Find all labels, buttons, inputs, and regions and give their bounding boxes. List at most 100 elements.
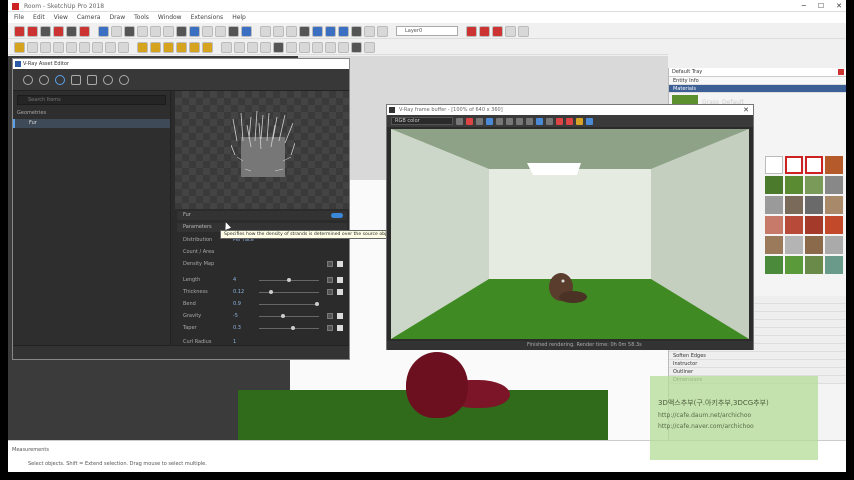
- bend-slider[interactable]: [259, 304, 319, 305]
- redo-icon[interactable]: [111, 25, 122, 37]
- slider-knob[interactable]: [281, 314, 285, 318]
- menu-edit[interactable]: Edit: [33, 14, 45, 21]
- hat-model[interactable]: [406, 352, 468, 418]
- front-view-icon[interactable]: [312, 41, 323, 53]
- menu-tools[interactable]: Tools: [134, 14, 149, 21]
- menu-extensions[interactable]: Extensions: [191, 14, 224, 21]
- lights-tab-icon[interactable]: [39, 74, 49, 85]
- axes-icon[interactable]: [189, 41, 200, 53]
- material-swatch[interactable]: [805, 176, 823, 194]
- material-swatch[interactable]: [765, 196, 783, 214]
- blue-channel-icon[interactable]: [486, 117, 493, 125]
- material-swatch[interactable]: [825, 156, 843, 174]
- color-mode-icon[interactable]: [456, 117, 463, 125]
- layer-select[interactable]: Layer0: [396, 26, 458, 36]
- tray-close-icon[interactable]: [838, 69, 844, 75]
- xray-icon[interactable]: [351, 41, 362, 53]
- undo-icon[interactable]: [98, 25, 109, 37]
- layer-manager-icon[interactable]: [351, 25, 362, 37]
- material-picker-icon[interactable]: [338, 25, 349, 37]
- text-icon[interactable]: [176, 41, 187, 53]
- slider-knob[interactable]: [269, 290, 273, 294]
- tray-entity-info[interactable]: Entity Info: [669, 77, 846, 85]
- material-swatch[interactable]: [785, 196, 803, 214]
- channel-select[interactable]: RGB color: [391, 117, 453, 125]
- material-swatch[interactable]: [805, 196, 823, 214]
- back-view-icon[interactable]: [338, 41, 349, 53]
- tray-panel-item[interactable]: Outliner: [669, 368, 846, 376]
- menu-view[interactable]: View: [54, 14, 68, 21]
- vray-render-icon[interactable]: [14, 25, 25, 37]
- material-swatch[interactable]: [805, 216, 823, 234]
- extension-icon[interactable]: [518, 25, 529, 37]
- enable-checkbox[interactable]: [337, 261, 343, 267]
- search-input[interactable]: Search Items: [17, 95, 166, 105]
- eraser-icon[interactable]: [27, 41, 38, 53]
- previous-view-icon[interactable]: [273, 41, 284, 53]
- textures-tab-icon[interactable]: [71, 74, 81, 85]
- scene-intercept-icon[interactable]: [312, 25, 323, 37]
- material-swatch[interactable]: [785, 256, 803, 274]
- layer-tool-icon[interactable]: [505, 25, 516, 37]
- pan-icon[interactable]: [234, 41, 245, 53]
- thickness-value-field[interactable]: 0.12: [233, 287, 244, 297]
- mono-icon[interactable]: [506, 117, 513, 125]
- paint-bucket-icon[interactable]: [53, 41, 64, 53]
- material-swatch[interactable]: [825, 196, 843, 214]
- minimize-icon[interactable]: ─: [802, 2, 806, 10]
- light-icon[interactable]: [176, 25, 187, 37]
- alpha-channel-icon[interactable]: [496, 117, 503, 125]
- maximize-icon[interactable]: ☐: [818, 2, 824, 10]
- texture-slot-button[interactable]: [327, 261, 333, 267]
- rotate-icon[interactable]: [118, 41, 129, 53]
- material-swatch[interactable]: [805, 156, 823, 174]
- menu-help[interactable]: Help: [232, 14, 246, 21]
- home-icon[interactable]: [137, 25, 148, 37]
- 3d-text-icon[interactable]: [202, 41, 213, 53]
- material-swatch[interactable]: [765, 256, 783, 274]
- menu-draw[interactable]: Draw: [109, 14, 125, 21]
- green-channel-icon[interactable]: [476, 117, 483, 125]
- material-swatch[interactable]: [765, 156, 783, 174]
- vray-interactive-icon[interactable]: [27, 25, 38, 37]
- history-icon[interactable]: [536, 117, 543, 125]
- ies-light-icon[interactable]: [202, 25, 213, 37]
- dome-light-icon[interactable]: [228, 25, 239, 37]
- menu-file[interactable]: File: [14, 14, 24, 21]
- bend-value-field[interactable]: 0.9: [233, 299, 241, 309]
- tray-panel-item[interactable]: Soften Edges: [669, 352, 846, 360]
- wireframe-icon[interactable]: [364, 41, 375, 53]
- orbit-icon[interactable]: [221, 41, 232, 53]
- render-icon[interactable]: [566, 117, 573, 125]
- mesh-light-icon[interactable]: [241, 25, 252, 37]
- tag-icon[interactable]: [466, 25, 477, 37]
- tag-remove-icon[interactable]: [492, 25, 503, 37]
- rectangle-icon[interactable]: [66, 41, 77, 53]
- material-swatch[interactable]: [825, 256, 843, 274]
- vray-frame-buffer-icon[interactable]: [66, 25, 77, 37]
- save-icon[interactable]: [516, 117, 523, 125]
- push-pull-icon[interactable]: [79, 41, 90, 53]
- red-channel-icon[interactable]: [466, 117, 473, 125]
- tray-panel-item[interactable]: Instructor: [669, 360, 846, 368]
- right-view-icon[interactable]: [325, 41, 336, 53]
- plane-icon[interactable]: [273, 25, 284, 37]
- house-icon[interactable]: [150, 25, 161, 37]
- enable-checkbox[interactable]: [337, 325, 343, 331]
- taper-slider[interactable]: [259, 328, 319, 329]
- vray-batch-icon[interactable]: [53, 25, 64, 37]
- section-icon[interactable]: [377, 25, 388, 37]
- menu-window[interactable]: Window: [158, 14, 182, 21]
- camera-icon[interactable]: [124, 25, 135, 37]
- sphere-light-icon[interactable]: [189, 25, 200, 37]
- lamp-icon[interactable]: [163, 25, 174, 37]
- lens-effects-icon[interactable]: [576, 117, 583, 125]
- material-swatch[interactable]: [825, 176, 843, 194]
- texture-slot-button[interactable]: [327, 277, 333, 283]
- select-arrow-icon[interactable]: [14, 41, 25, 53]
- gravity-slider[interactable]: [259, 316, 319, 317]
- materials-tab-icon[interactable]: [23, 74, 33, 85]
- fur-icon[interactable]: [286, 25, 297, 37]
- material-swatch[interactable]: [785, 236, 803, 254]
- tag-add-icon[interactable]: [479, 25, 490, 37]
